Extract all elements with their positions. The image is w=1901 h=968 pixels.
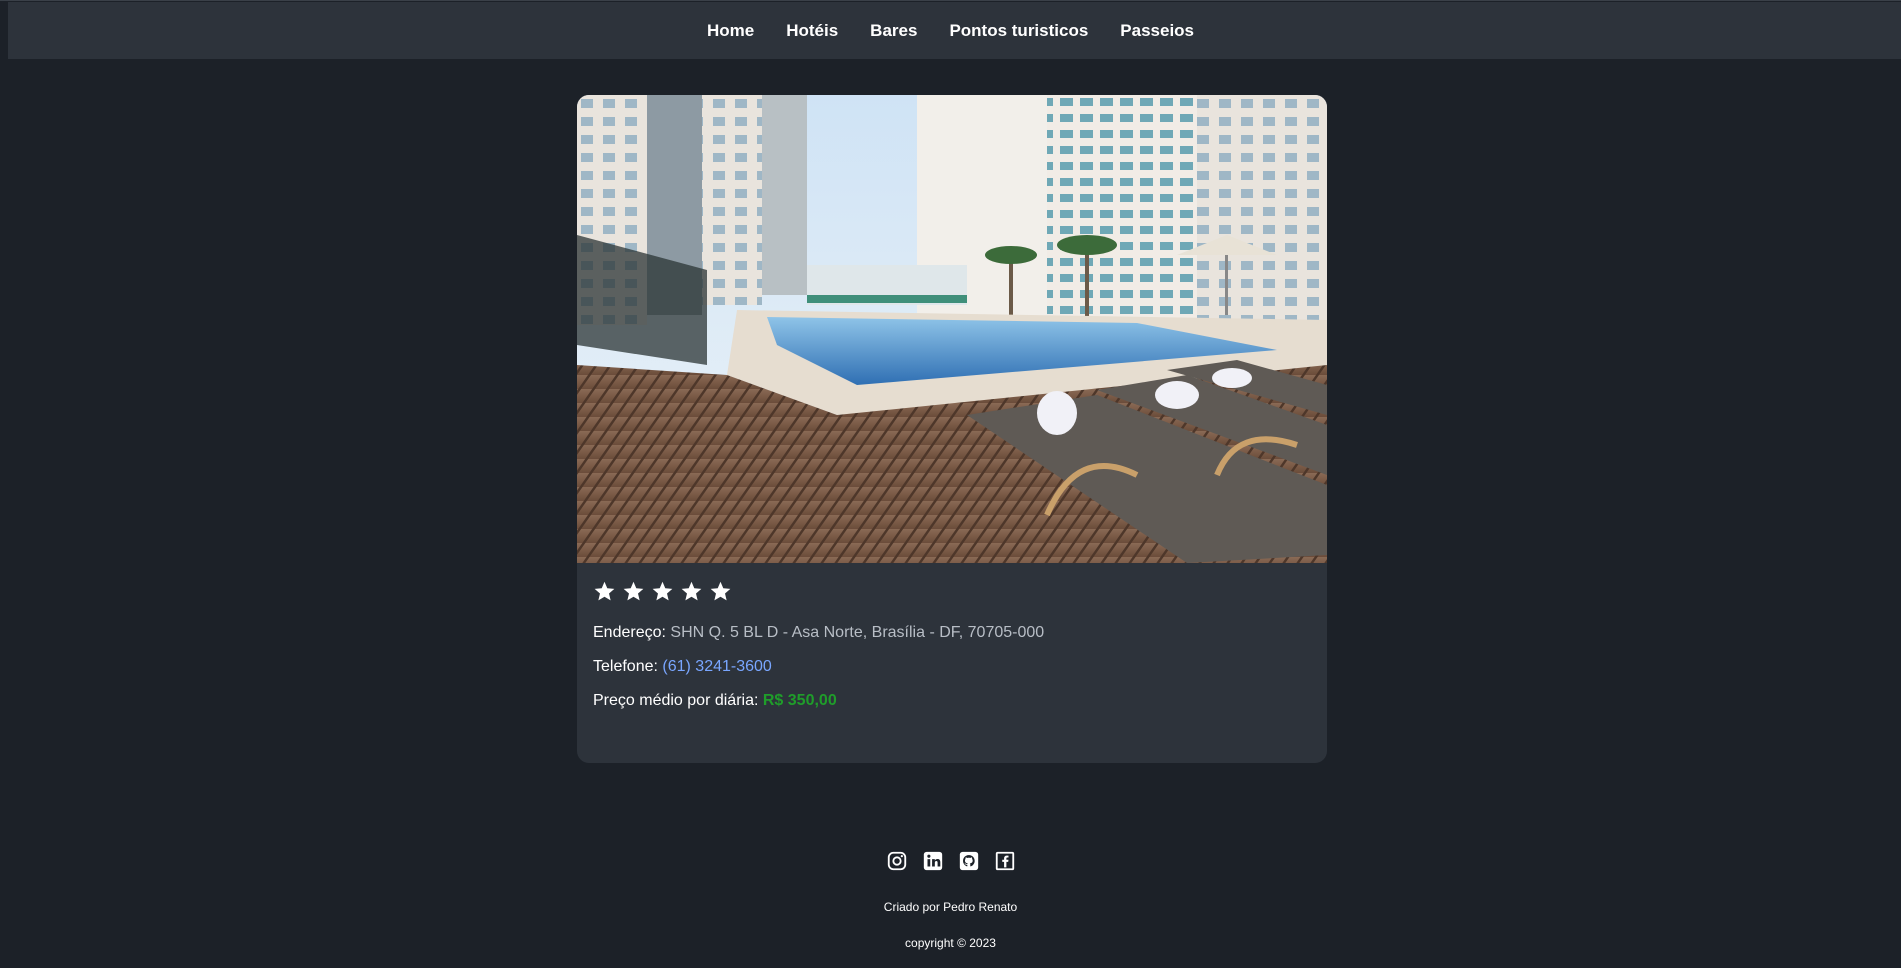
github-icon[interactable]	[958, 850, 980, 872]
instagram-icon[interactable]	[886, 850, 908, 872]
linkedin-icon[interactable]	[922, 850, 944, 872]
price-line: Preço médio por diária: R$ 350,00	[593, 691, 1311, 711]
star-icon	[710, 581, 731, 600]
footer-copyright: copyright © 2023	[905, 936, 996, 950]
price-value: R$ 350,00	[762, 692, 837, 709]
phone-label: Telefone:	[593, 658, 658, 675]
nav-item-passeios[interactable]: Passeios	[1120, 21, 1194, 41]
footer-credit: Criado por Pedro Renato	[883, 900, 1018, 914]
star-icon	[594, 581, 615, 600]
rating-stars	[593, 575, 1311, 607]
star-icon	[652, 581, 673, 600]
nav-item-pontos-turisticos[interactable]: Pontos turisticos	[949, 21, 1088, 41]
nav-item-hoteis[interactable]: Hotéis	[786, 21, 838, 41]
top-navbar: Home Hotéis Bares Pontos turisticos Pass…	[8, 2, 1901, 59]
nav-links: Home Hotéis Bares Pontos turisticos Pass…	[707, 21, 1194, 41]
address-line: Endereço: SHN Q. 5 BL D - Asa Norte, Bra…	[593, 623, 1311, 643]
nav-item-bares[interactable]: Bares	[870, 21, 917, 41]
star-icon	[623, 581, 644, 600]
price-label: Preço médio por diária:	[593, 692, 759, 709]
star-icon	[681, 581, 702, 600]
address-value: SHN Q. 5 BL D - Asa Norte, Brasília - DF…	[670, 624, 1045, 641]
hotel-details: Endereço: SHN Q. 5 BL D - Asa Norte, Bra…	[593, 563, 1311, 711]
nav-item-home[interactable]: Home	[707, 21, 754, 41]
page: Home Hotéis Bares Pontos turisticos Pass…	[0, 0, 1901, 968]
hotel-pool-photo	[577, 95, 1327, 563]
hotel-card: Endereço: SHN Q. 5 BL D - Asa Norte, Bra…	[577, 95, 1327, 763]
social-links	[0, 850, 1901, 872]
phone-line: Telefone: (61) 3241-3600	[593, 657, 1311, 677]
address-label: Endereço:	[593, 624, 666, 641]
facebook-icon[interactable]	[994, 850, 1016, 872]
phone-link[interactable]: (61) 3241-3600	[662, 658, 771, 675]
